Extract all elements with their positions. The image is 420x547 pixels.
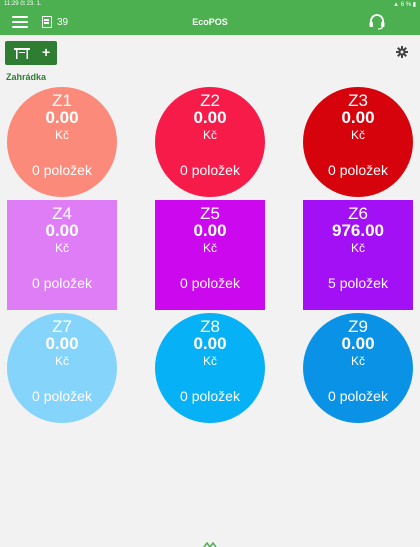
- table-currency: Kč: [202, 354, 217, 368]
- table-amount: 0.00: [45, 108, 79, 127]
- table-items: 0 položek: [32, 162, 92, 178]
- table-amount: 0.00: [341, 334, 375, 353]
- table-icon: [14, 48, 30, 59]
- table-tile-z9[interactable]: Z9 0.00 Kč 0 položek: [303, 313, 413, 423]
- table-currency: Kč: [350, 354, 365, 368]
- status-time: 11:29 čt 23. 1.: [4, 1, 42, 7]
- section-title: Zahrádka: [6, 72, 47, 82]
- table-tile-z1[interactable]: Z1 0.00 Kč 0 položek: [7, 87, 117, 197]
- table-amount: 0.00: [45, 221, 79, 240]
- table-items: 0 položek: [180, 275, 240, 291]
- table-tile-z6[interactable]: Z6 976.00 Kč 5 položek: [303, 200, 413, 310]
- status-bar: 11:29 čt 23. 1. ▲ 6 % ▮: [0, 0, 420, 10]
- app-title: EcoPOS: [192, 17, 228, 27]
- add-table-button[interactable]: +: [5, 41, 57, 65]
- status-battery: ▲ 6 % ▮: [393, 2, 416, 8]
- table-currency: Kč: [202, 241, 217, 255]
- gear-icon[interactable]: [396, 46, 408, 58]
- headset-icon[interactable]: [368, 14, 386, 30]
- table-items: 0 položek: [180, 162, 240, 178]
- table-amount: 0.00: [193, 221, 227, 240]
- table-currency: Kč: [54, 354, 69, 368]
- table-items: 0 položek: [328, 388, 388, 404]
- table-amount: 976.00: [332, 221, 384, 240]
- table-amount: 0.00: [45, 334, 79, 353]
- table-items: 0 položek: [180, 388, 240, 404]
- table-currency: Kč: [202, 128, 217, 142]
- app-bar: 39 EcoPOS: [0, 10, 420, 35]
- table-amount: 0.00: [341, 108, 375, 127]
- chevron-up-icon[interactable]: [203, 542, 217, 547]
- table-amount: 0.00: [193, 334, 227, 353]
- table-currency: Kč: [54, 128, 69, 142]
- table-items: 0 položek: [32, 388, 92, 404]
- table-currency: Kč: [350, 128, 365, 142]
- table-tile-z3[interactable]: Z3 0.00 Kč 0 položek: [303, 87, 413, 197]
- table-currency: Kč: [350, 241, 365, 255]
- table-tile-z5[interactable]: Z5 0.00 Kč 0 položek: [155, 200, 265, 310]
- table-items: 5 položek: [328, 275, 388, 291]
- table-tile-z2[interactable]: Z2 0.00 Kč 0 položek: [155, 87, 265, 197]
- table-tile-z4[interactable]: Z4 0.00 Kč 0 položek: [7, 200, 117, 310]
- add-table-label: +: [42, 44, 51, 60]
- table-currency: Kč: [54, 241, 69, 255]
- table-tile-z7[interactable]: Z7 0.00 Kč 0 položek: [7, 313, 117, 423]
- table-amount: 0.00: [193, 108, 227, 127]
- table-items: 0 položek: [32, 275, 92, 291]
- table-items: 0 položek: [328, 162, 388, 178]
- table-tile-z8[interactable]: Z8 0.00 Kč 0 položek: [155, 313, 265, 423]
